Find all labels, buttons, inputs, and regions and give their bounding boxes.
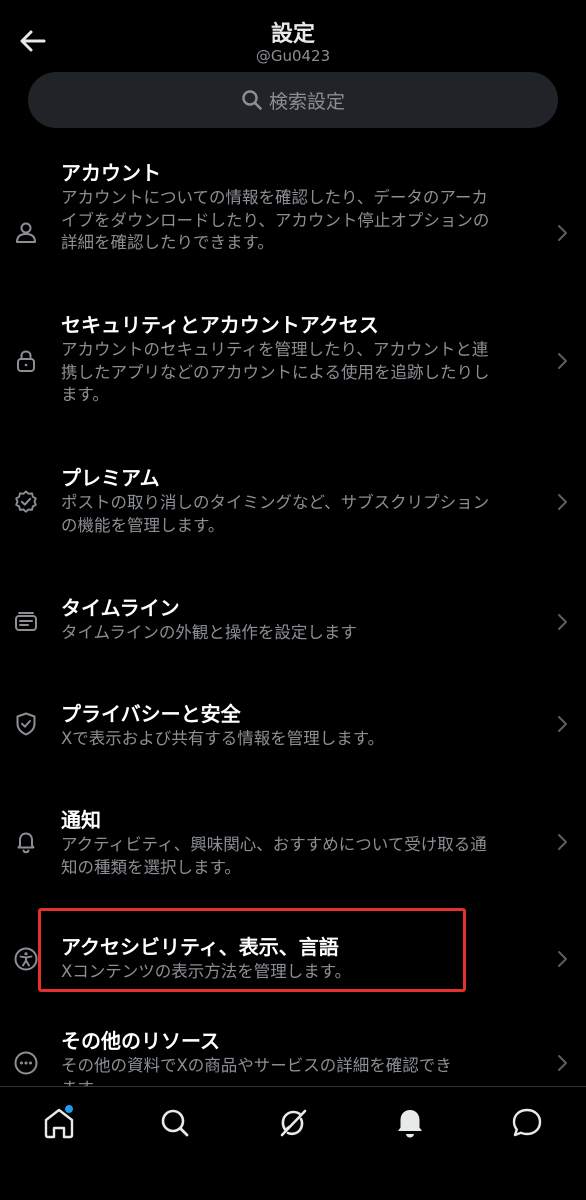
search-icon [161, 1109, 189, 1137]
lock-icon [13, 348, 39, 374]
chevron-right-icon [556, 832, 570, 852]
settings-item-description: アカウントについての情報を確認したり、データのアーカ イブをダウンロードしたり、… [61, 187, 541, 255]
chevron-right-icon [556, 223, 570, 243]
description-line: ます。 [61, 385, 109, 404]
settings-item-title: セキュリティとアカウントアクセス [61, 313, 379, 337]
chevron-right-icon [556, 1053, 570, 1073]
chevron-right-icon [556, 612, 570, 632]
settings-item-accessibility[interactable]: アクセシビリティ、表示、言語 Xコンテンツの表示方法を管理します。 [0, 934, 586, 994]
settings-item-resources[interactable]: その他のリソース その他の資料でXの商品やサービスの詳細を確認でき ます。 [0, 1028, 586, 1086]
verified-badge-icon [13, 489, 39, 515]
description-line: 詳細を確認したりできます。 [61, 233, 274, 252]
settings-item-privacy[interactable]: プライバシーと安全 Xで表示および共有する情報を管理します。 [0, 701, 586, 761]
settings-item-title: プライバシーと安全 [61, 702, 241, 726]
timeline-icon [13, 609, 39, 635]
nav-home[interactable] [39, 1103, 79, 1143]
description-line: アカウントについての情報を確認したり、データのアーカ [61, 188, 488, 207]
description-line: タイムラインの外観と操作を設定します [61, 623, 357, 642]
description-line: その他の資料でXの商品やサービスの詳細を確認でき [61, 1056, 452, 1075]
search-placeholder: 検索設定 [268, 90, 345, 113]
description-line: アカウントのセキュリティを管理したり、アカウントと連 [61, 340, 489, 359]
settings-item-premium[interactable]: プレミアム ポストの取り消しのタイミングなど、サブスクリプション の機能を管理し… [0, 465, 586, 545]
settings-item-text: タイムライン タイムラインの外観と操作を設定します [61, 595, 541, 645]
settings-item-text: アカウント アカウントについての情報を確認したり、データのアーカ イブをダウンロ… [61, 160, 541, 255]
settings-item-text: その他のリソース その他の資料でXの商品やサービスの詳細を確認でき ます。 [61, 1028, 541, 1086]
person-icon [13, 220, 39, 246]
settings-list: アカウント アカウントについての情報を確認したり、データのアーカ イブをダウンロ… [0, 138, 586, 1086]
chat-icon [512, 1108, 542, 1137]
description-line: の機能を管理します。 [61, 515, 225, 535]
description-line: イブをダウンロードしたり、アカウント停止オプションの [61, 210, 490, 230]
settings-item-title: その他のリソース [61, 1029, 220, 1053]
settings-item-description: アクティビティ、興味関心、おすすめについて受け取る通 知の種類を選択します。 [61, 834, 541, 879]
shield-icon [13, 711, 39, 737]
settings-item-description: アカウントのセキュリティを管理したり、アカウントと連 携したアプリなどのアカウン… [61, 339, 541, 407]
settings-item-description: ポストの取り消しのタイミングなど、サブスクリプション の機能を管理します。 [61, 492, 541, 537]
settings-item-notifications[interactable]: 通知 アクティビティ、興味関心、おすすめについて受け取る通 知の種類を選択します… [0, 807, 586, 887]
description-line: Xコンテンツの表示方法を管理します。 [61, 962, 352, 981]
more-circle-icon [13, 1050, 39, 1076]
settings-item-text: アクセシビリティ、表示、言語 Xコンテンツの表示方法を管理します。 [61, 934, 541, 984]
search-icon [242, 90, 262, 110]
settings-item-title: タイムライン [61, 596, 180, 620]
nav-search[interactable] [155, 1103, 195, 1143]
description-line: アクティビティ、興味関心、おすすめについて受け取る通 [61, 835, 487, 854]
settings-item-description: タイムラインの外観と操作を設定します [61, 622, 541, 645]
search-input[interactable]: 検索設定 [28, 72, 558, 128]
page-title: 設定 [270, 22, 315, 47]
account-handle: @Gu0423 [255, 47, 331, 65]
settings-item-title: アクセシビリティ、表示、言語 [61, 935, 339, 959]
accessibility-icon [13, 946, 39, 972]
description-line: ポストの取り消しのタイミングなど、サブスクリプション [61, 493, 490, 512]
grok-icon [280, 1109, 307, 1137]
settings-item-title: プレミアム [61, 466, 160, 490]
nav-notifications[interactable] [390, 1103, 430, 1143]
description-line: ます。 [61, 1078, 541, 1087]
settings-item-title: アカウント [61, 161, 161, 185]
chevron-right-icon [556, 714, 570, 734]
chevron-right-icon [556, 351, 570, 371]
nav-messages[interactable] [507, 1103, 547, 1143]
settings-item-text: セキュリティとアカウントアクセス アカウントのセキュリティを管理したり、アカウン… [61, 312, 541, 407]
description-line: 携したアプリなどのアカウントによる使用を追跡したりし [61, 362, 490, 382]
description-line: 知の種類を選択します。 [61, 857, 241, 877]
bell-icon [398, 1110, 422, 1138]
bottom-nav [0, 1086, 586, 1200]
settings-item-description: Xコンテンツの表示方法を管理します。 [61, 961, 541, 984]
nav-grok[interactable] [273, 1103, 313, 1143]
settings-item-description: その他の資料でXの商品やサービスの詳細を確認でき ます。 [61, 1055, 541, 1086]
description-line: Xで表示および共有する情報を管理します。 [61, 729, 385, 748]
settings-item-description: Xで表示および共有する情報を管理します。 [61, 728, 541, 751]
settings-item-timeline[interactable]: タイムライン タイムラインの外観と操作を設定します [0, 595, 586, 655]
settings-item-text: 通知 アクティビティ、興味関心、おすすめについて受け取る通 知の種類を選択します… [61, 807, 541, 879]
notification-dot [64, 1104, 74, 1114]
settings-item-account[interactable]: アカウント アカウントについての情報を確認したり、データのアーカ イブをダウンロ… [0, 160, 586, 280]
settings-item-title: 通知 [61, 808, 101, 832]
chevron-right-icon [556, 949, 570, 969]
settings-screen: 設定 @Gu0423 検索設定 アカウント アカウントについての情報を確認したり… [0, 0, 586, 1200]
settings-item-text: プライバシーと安全 Xで表示および共有する情報を管理します。 [61, 701, 541, 751]
settings-item-security[interactable]: セキュリティとアカウントアクセス アカウントのセキュリティを管理したり、アカウン… [0, 312, 586, 432]
settings-item-text: プレミアム ポストの取り消しのタイミングなど、サブスクリプション の機能を管理し… [61, 465, 541, 537]
bell-icon [13, 829, 39, 855]
chevron-right-icon [556, 492, 570, 512]
